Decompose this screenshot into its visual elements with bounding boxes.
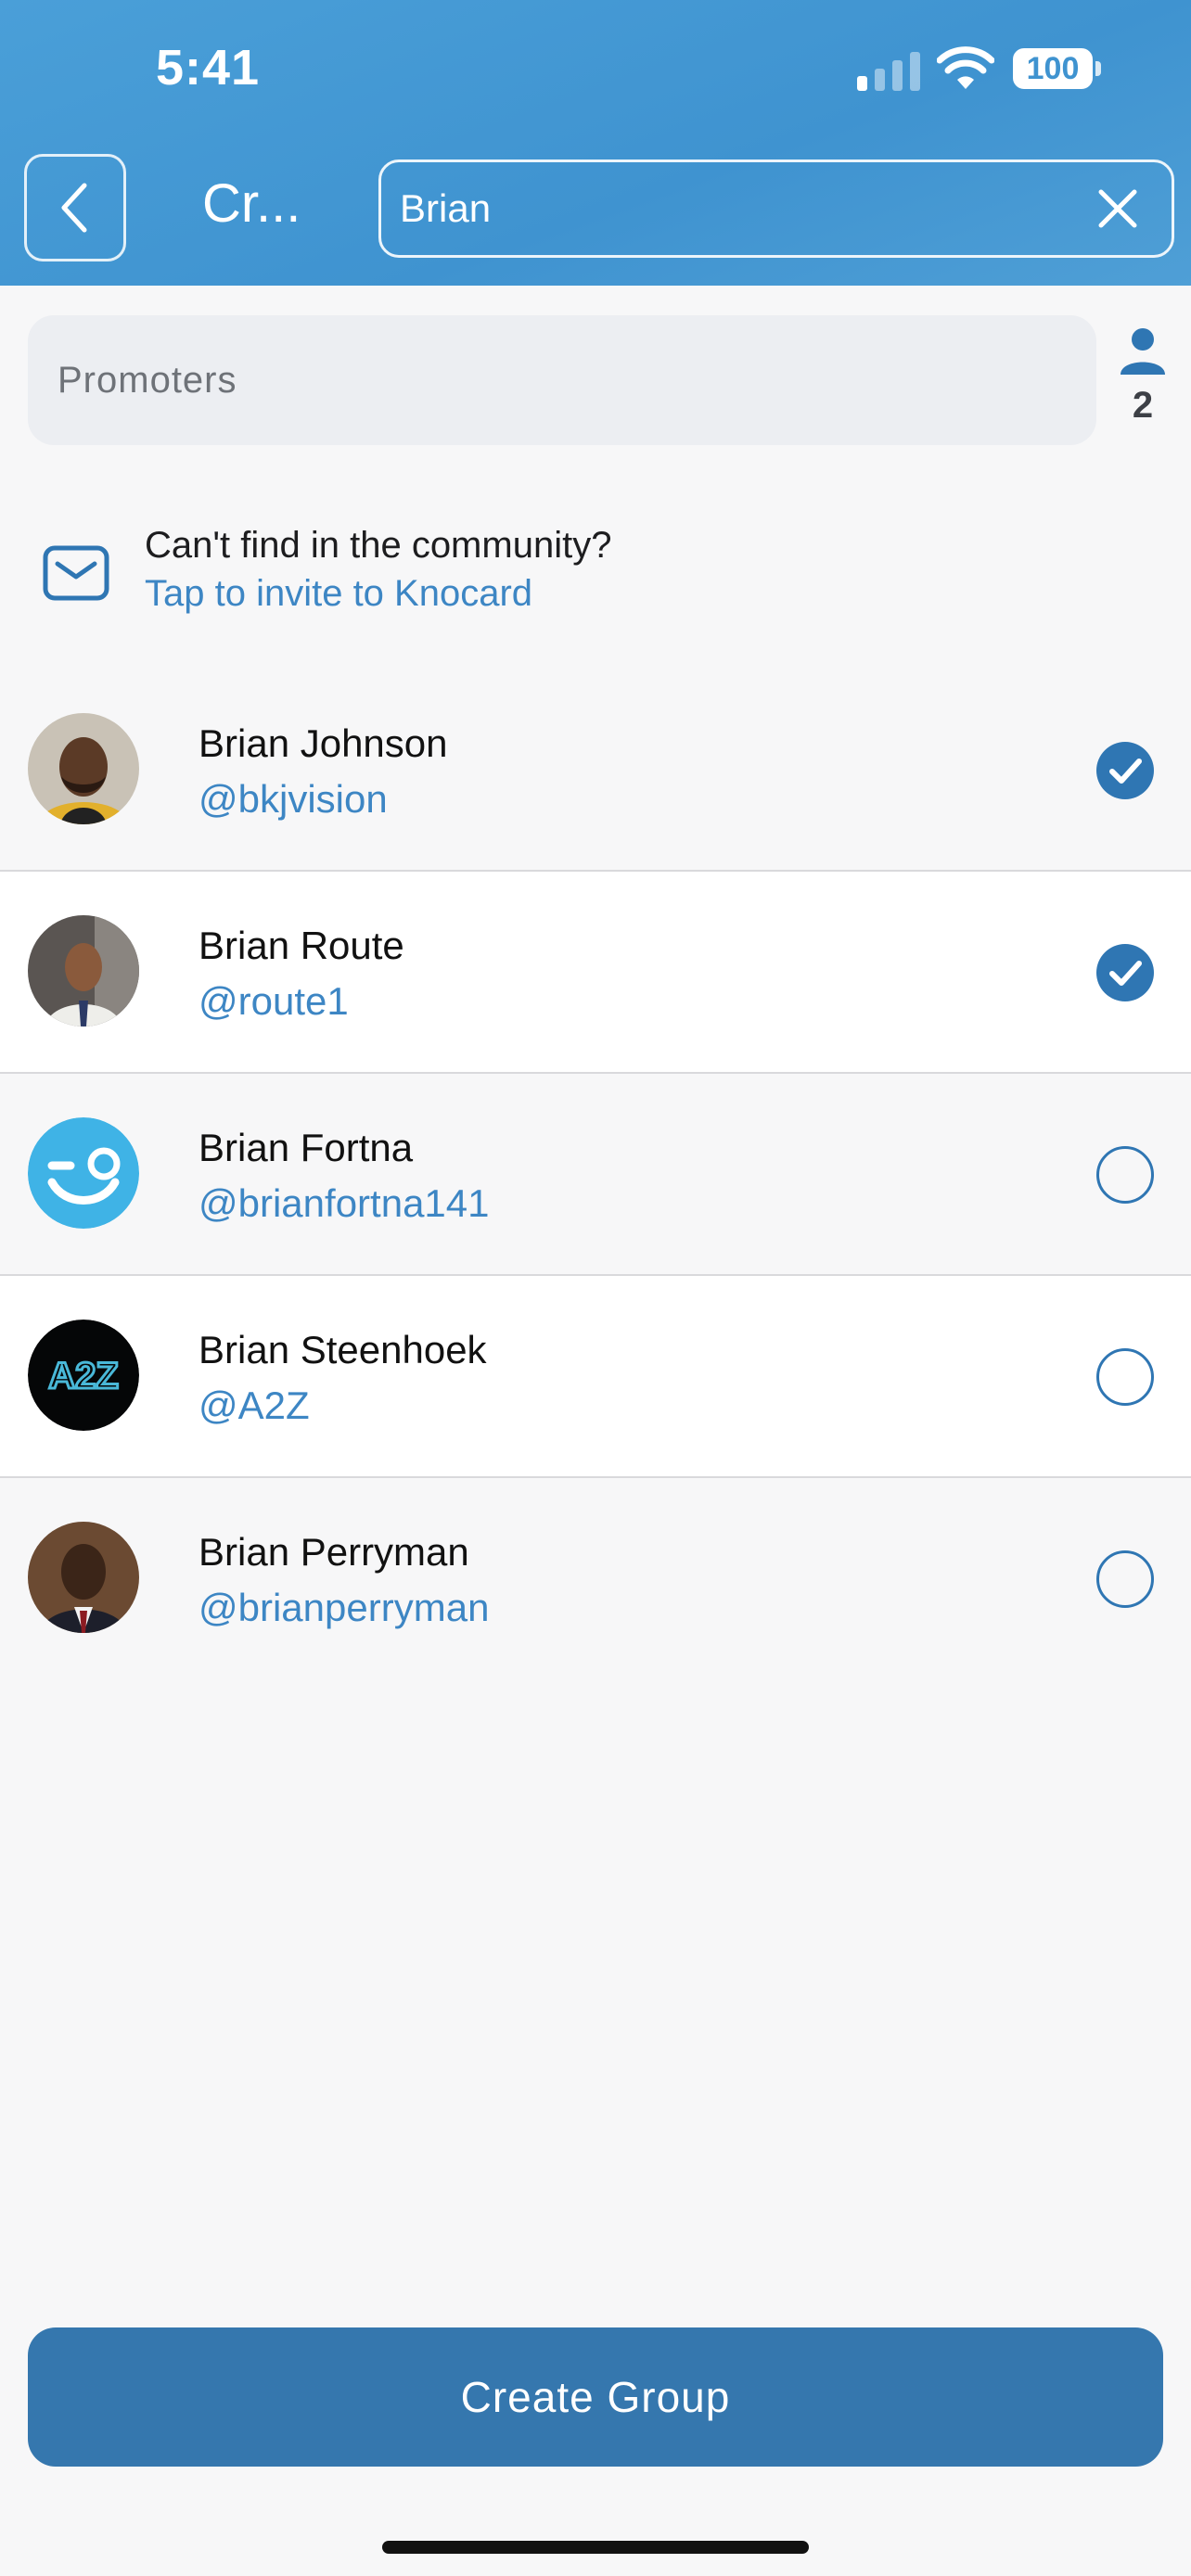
contact-row[interactable]: Brian Route @route1 xyxy=(0,872,1191,1074)
contact-handle: @brianfortna141 xyxy=(198,1181,490,1225)
page-title: Cr... xyxy=(202,173,301,234)
contact-name: Brian Steenhoek xyxy=(198,1328,487,1371)
invite-question: Can't find in the community? xyxy=(145,525,612,566)
avatar xyxy=(28,1522,139,1633)
contact-handle: @route1 xyxy=(198,979,349,1023)
avatar xyxy=(28,915,139,1027)
contact-handle: @A2Z xyxy=(198,1384,310,1427)
unselected-checkbox[interactable] xyxy=(1096,1146,1154,1204)
battery-tip xyxy=(1095,61,1101,76)
back-button[interactable] xyxy=(24,154,126,261)
checkmark-icon xyxy=(1109,759,1142,784)
invite-link[interactable]: Tap to invite to Knocard xyxy=(145,573,532,615)
close-icon xyxy=(1098,189,1137,228)
contact-name: Brian Perryman xyxy=(198,1530,469,1574)
person-icon xyxy=(1121,328,1165,375)
contact-handle: @brianperryman xyxy=(198,1586,490,1629)
cellular-signal-icon xyxy=(857,52,920,91)
battery-indicator: 100 xyxy=(1013,48,1093,89)
unselected-checkbox[interactable] xyxy=(1096,1348,1154,1406)
mail-icon xyxy=(43,545,109,601)
invite-to-knocard[interactable]: Can't find in the community? Tap to invi… xyxy=(43,519,1156,621)
contact-row[interactable]: Brian Perryman @brianperryman xyxy=(0,1478,1191,1680)
avatar xyxy=(28,1117,139,1229)
avatar-logo-text: A2Z xyxy=(48,1356,119,1396)
contact-name: Brian Johnson xyxy=(198,721,448,765)
contact-name: Brian Route xyxy=(198,924,404,967)
create-group-button[interactable]: Create Group xyxy=(28,2327,1163,2467)
selected-checkbox[interactable] xyxy=(1096,944,1154,1001)
contact-row[interactable]: Brian Johnson @bkjvision xyxy=(0,670,1191,872)
contact-handle: @bkjvision xyxy=(198,777,388,821)
checkmark-icon xyxy=(1109,961,1142,986)
selected-checkbox[interactable] xyxy=(1096,742,1154,799)
avatar xyxy=(28,713,139,824)
home-indicator xyxy=(382,2541,809,2554)
contact-name: Brian Fortna xyxy=(198,1126,414,1169)
group-name-input[interactable]: Promoters xyxy=(28,315,1096,445)
status-time: 5:41 xyxy=(156,40,261,96)
search-box[interactable] xyxy=(378,159,1174,258)
member-count[interactable]: 2 xyxy=(1113,325,1172,427)
avatar: A2Z xyxy=(28,1320,139,1431)
search-input[interactable] xyxy=(381,185,1081,232)
contact-list: Brian Johnson @bkjvision Brian Route @ro… xyxy=(0,670,1191,1680)
contact-row[interactable]: Brian Fortna @brianfortna141 xyxy=(0,1074,1191,1276)
contact-row[interactable]: A2Z Brian Steenhoek @A2Z xyxy=(0,1276,1191,1478)
wifi-icon xyxy=(937,46,994,89)
clear-search-button[interactable] xyxy=(1081,172,1155,246)
chevron-left-icon xyxy=(61,183,87,233)
unselected-checkbox[interactable] xyxy=(1096,1550,1154,1608)
app-header: 5:41 100 Cr... xyxy=(0,0,1191,286)
member-count-number: 2 xyxy=(1132,385,1154,426)
